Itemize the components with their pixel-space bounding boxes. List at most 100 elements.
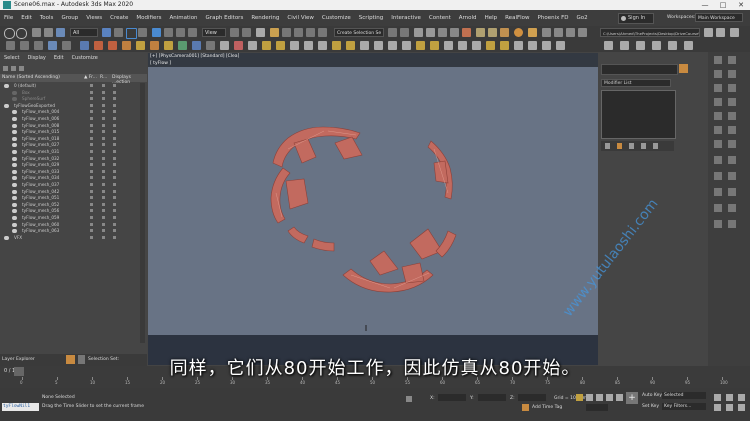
side-tool-1-icon[interactable] xyxy=(714,56,722,64)
renderable-toggle-icon[interactable] xyxy=(102,169,105,173)
ribbon-icon-21[interactable] xyxy=(290,41,299,50)
display-as-box-icon[interactable] xyxy=(113,110,116,114)
visibility-eye-icon[interactable] xyxy=(12,117,17,121)
keyboard-shortcut-icon[interactable] xyxy=(256,28,265,37)
side-tool-4-icon[interactable] xyxy=(728,70,736,78)
orbit-icon[interactable] xyxy=(714,404,721,411)
menu-animation[interactable]: Animation xyxy=(166,10,202,26)
freeze-toggle-icon[interactable] xyxy=(90,183,93,186)
renderable-toggle-icon[interactable] xyxy=(102,136,105,140)
scene-row[interactable]: Box xyxy=(0,90,147,96)
ribbon-icon-22[interactable] xyxy=(304,41,313,50)
renderable-toggle-icon[interactable] xyxy=(102,229,105,233)
ribbon-icon-24[interactable] xyxy=(332,41,341,50)
object-name-field[interactable] xyxy=(601,64,678,75)
visibility-eye-icon[interactable] xyxy=(12,136,17,141)
scene-row[interactable]: tyFlow_mesh_052 xyxy=(0,202,147,208)
extra-tool-icon[interactable] xyxy=(578,28,587,37)
display-as-box-icon[interactable] xyxy=(113,183,116,186)
ribbon-icon-38[interactable] xyxy=(528,41,537,50)
create-panel-icon[interactable] xyxy=(604,41,613,50)
play-animation-icon[interactable] xyxy=(606,394,613,401)
side-tool-10-icon[interactable] xyxy=(728,112,736,120)
side-tool-8-icon[interactable] xyxy=(728,98,736,106)
renderable-toggle-icon[interactable] xyxy=(102,189,105,193)
select-rotate-icon[interactable] xyxy=(164,28,173,37)
camera-viewport[interactable]: [+] [PhysCamera001] [Standard] [Clea] [ … xyxy=(148,53,598,365)
scene-row[interactable]: tyFlow_mesh_006 xyxy=(0,116,147,122)
side-tool-14-icon[interactable] xyxy=(728,140,736,148)
renderable-toggle-icon[interactable] xyxy=(102,216,105,219)
x-field[interactable] xyxy=(438,394,466,401)
visibility-eye-icon[interactable] xyxy=(12,176,17,181)
visibility-eye-icon[interactable] xyxy=(12,123,17,128)
renderable-toggle-icon[interactable] xyxy=(102,90,105,94)
window-crossing-icon[interactable] xyxy=(138,28,147,37)
realflow-icon[interactable] xyxy=(542,28,551,37)
display-icon[interactable] xyxy=(11,66,16,71)
teapot-render-icon[interactable] xyxy=(514,28,523,37)
visibility-eye-icon[interactable] xyxy=(12,202,17,207)
minimize-button[interactable]: — xyxy=(696,0,714,10)
ribbon-icon-25[interactable] xyxy=(346,41,355,50)
edit-named-selection-icon[interactable] xyxy=(318,28,327,37)
ribbon-icon-32[interactable] xyxy=(444,41,453,50)
ribbon-icon-35[interactable] xyxy=(486,41,495,50)
side-tool-23-icon[interactable] xyxy=(714,220,722,228)
side-tool-16-icon[interactable] xyxy=(728,156,736,164)
menu-content[interactable]: Content xyxy=(425,10,455,26)
renderable-toggle-icon[interactable] xyxy=(102,84,105,87)
freeze-toggle-icon[interactable] xyxy=(90,84,93,87)
freeze-toggle-icon[interactable] xyxy=(90,229,93,233)
utilities-panel-icon[interactable] xyxy=(684,41,693,50)
ribbon-icon-13[interactable] xyxy=(178,41,187,50)
maxscript-listener[interactable]: tyFlowNil1 xyxy=(2,403,39,411)
menu-civil-view[interactable]: Civil View xyxy=(283,10,317,26)
renderable-toggle-icon[interactable] xyxy=(102,117,105,120)
go-to-start-icon[interactable] xyxy=(586,394,593,401)
select-move-icon[interactable] xyxy=(152,28,161,37)
side-tool-18-icon[interactable] xyxy=(728,172,736,180)
rendered-frame-window-icon[interactable] xyxy=(488,28,497,37)
toggle-scene-explorer-icon[interactable] xyxy=(414,28,423,37)
menu-file[interactable]: File xyxy=(0,10,17,26)
freeze-toggle-icon[interactable] xyxy=(90,130,93,134)
scene-row[interactable]: tyFlow_mesh_015 xyxy=(0,129,147,135)
freeze-toggle-icon[interactable] xyxy=(90,169,93,173)
tab-display[interactable]: Display xyxy=(23,55,49,61)
ribbon-icon-1[interactable] xyxy=(6,41,15,50)
side-tool-3-icon[interactable] xyxy=(714,70,722,78)
scene-row[interactable]: SphereSurf xyxy=(0,96,147,102)
freeze-toggle-icon[interactable] xyxy=(90,209,93,213)
display-as-box-icon[interactable] xyxy=(113,130,116,134)
scene-row[interactable]: tyFlow_mesh_031 xyxy=(0,149,147,155)
renderable-toggle-icon[interactable] xyxy=(102,235,105,239)
display-as-box-icon[interactable] xyxy=(113,169,116,173)
explorer-scrollbar[interactable] xyxy=(140,83,145,343)
ribbon-icon-29[interactable] xyxy=(402,41,411,50)
scene-row[interactable]: tyFlow_mesh_056 xyxy=(0,208,147,214)
ribbon-icon-12[interactable] xyxy=(164,41,173,50)
menu-realflow[interactable]: RealFlow xyxy=(501,10,533,26)
ribbon-icon-16[interactable] xyxy=(220,41,229,50)
ribbon-icon-40[interactable] xyxy=(556,41,565,50)
mirror-icon[interactable] xyxy=(388,28,397,37)
freeze-toggle-icon[interactable] xyxy=(90,90,93,94)
modifier-list-dropdown[interactable]: Modifier List xyxy=(601,79,671,87)
scene-row[interactable]: tyFlow_mesh_032 xyxy=(0,156,147,162)
menu-help[interactable]: Help xyxy=(481,10,502,26)
bind-space-warp-icon[interactable] xyxy=(56,28,65,37)
menu-overflow-icon[interactable] xyxy=(730,28,739,37)
select-by-name-icon[interactable] xyxy=(114,28,123,37)
unlink-icon[interactable] xyxy=(44,28,53,37)
freeze-toggle-icon[interactable] xyxy=(90,202,93,206)
display-as-box-icon[interactable] xyxy=(113,150,116,153)
visibility-eye-icon[interactable] xyxy=(12,216,17,220)
scene-row[interactable]: tyFlow_mesh_008 xyxy=(0,123,147,129)
select-place-icon[interactable] xyxy=(188,28,197,37)
close-button[interactable]: ✕ xyxy=(732,0,750,10)
ribbon-icon-34[interactable] xyxy=(472,41,481,50)
ribbon-icon-30[interactable] xyxy=(416,41,425,50)
y-field[interactable] xyxy=(478,394,506,401)
render-production-icon[interactable] xyxy=(500,28,509,37)
